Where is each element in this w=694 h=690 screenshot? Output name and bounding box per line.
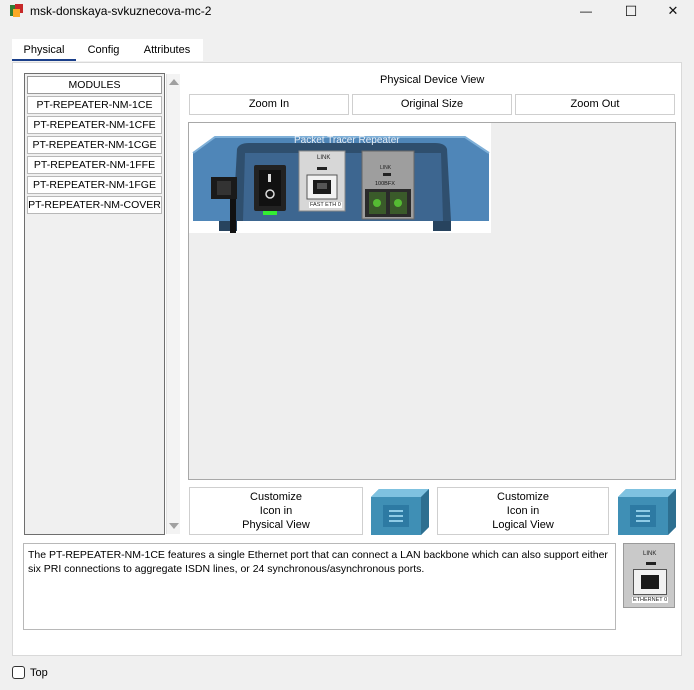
- customize-logical-line: Logical View: [492, 519, 554, 531]
- top-checkbox[interactable]: [12, 666, 25, 679]
- port-name-label: FAST ETH 0: [309, 202, 342, 208]
- modules-header: MODULES: [27, 76, 162, 94]
- tab-attributes[interactable]: Attributes: [131, 39, 203, 61]
- window-title: msk-donskaya-svkuznecova-mc-2: [30, 4, 212, 18]
- module-description: The PT-REPEATER-NM-1CE features a single…: [23, 543, 616, 630]
- module-thumbnail: LINK ETHERNET 0: [623, 543, 675, 608]
- tab-strip: Physical Config Attributes: [12, 39, 682, 62]
- customize-logical-icon-button[interactable]: Customize Icon in Logical View: [437, 487, 609, 535]
- minimize-button[interactable]: —: [563, 0, 609, 22]
- app-icon: [10, 4, 23, 17]
- physical-device-canvas[interactable]: Packet Tracer Repeater LINK FAST ETH 0 L…: [188, 122, 676, 480]
- scroll-down-icon[interactable]: [169, 523, 179, 529]
- customize-logical-line: Customize: [497, 491, 549, 503]
- modules-scrollbar[interactable]: [166, 74, 180, 534]
- close-icon: ✕: [667, 3, 679, 18]
- thumb-led: [646, 562, 656, 565]
- customize-physical-line: Customize: [250, 491, 302, 503]
- tab-physical[interactable]: Physical: [12, 39, 76, 61]
- ethernet-port-icon: [633, 569, 667, 595]
- original-size-button[interactable]: Original Size: [352, 94, 512, 115]
- fiber-port-label: 100BFX: [375, 181, 395, 187]
- customize-physical-icon-button[interactable]: Customize Icon in Physical View: [189, 487, 363, 535]
- fiber-link-label: LINK: [380, 165, 392, 171]
- thumb-port-label: ETHERNET 0: [632, 597, 669, 603]
- maximize-icon: ☐: [624, 2, 638, 19]
- customize-physical-line: Physical View: [242, 519, 310, 531]
- device-view-title: Physical Device View: [380, 74, 485, 86]
- module-item[interactable]: PT-REPEATER-NM-1CGE: [27, 136, 162, 154]
- device-label: Packet Tracer Repeater: [294, 135, 400, 146]
- tab-config[interactable]: Config: [76, 39, 131, 61]
- scroll-up-icon[interactable]: [169, 79, 179, 85]
- customize-physical-line: Icon in: [259, 505, 293, 517]
- zoom-out-button[interactable]: Zoom Out: [515, 94, 675, 115]
- port-link-label: LINK: [317, 155, 331, 161]
- module-item[interactable]: PT-REPEATER-NM-1FGE: [27, 176, 162, 194]
- physical-view-device-icon: [371, 489, 429, 535]
- top-label: Top: [30, 667, 48, 679]
- close-button[interactable]: ✕: [650, 0, 694, 22]
- module-item[interactable]: PT-REPEATER-NM-1CFE: [27, 116, 162, 134]
- logical-view-device-icon: [618, 489, 676, 535]
- zoom-in-button[interactable]: Zoom In: [189, 94, 349, 115]
- thumb-link-label: LINK: [643, 551, 657, 557]
- customize-logical-line: Icon in: [506, 505, 540, 517]
- module-item[interactable]: PT-REPEATER-NM-1FFE: [27, 156, 162, 174]
- module-item[interactable]: PT-REPEATER-NM-1CE: [27, 96, 162, 114]
- maximize-button[interactable]: ☐: [608, 0, 654, 22]
- minimize-icon: —: [580, 4, 592, 18]
- module-item[interactable]: PT-REPEATER-NM-COVER: [27, 196, 162, 214]
